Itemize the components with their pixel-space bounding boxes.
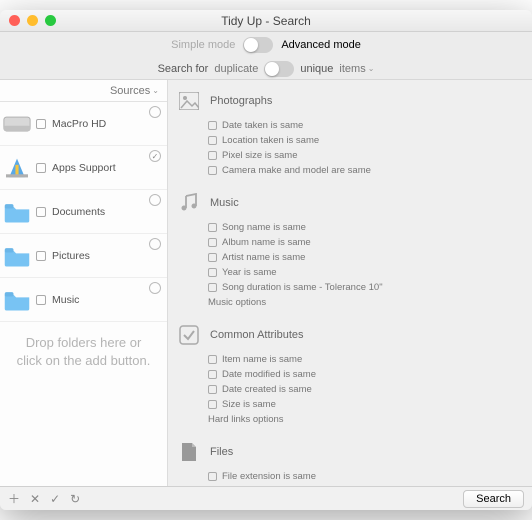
searchbar-prefix: Search for xyxy=(158,63,209,75)
option-checkbox[interactable] xyxy=(208,253,217,262)
section-common: Common Attributes Item name is same Date… xyxy=(168,314,532,431)
source-item-music[interactable]: Music xyxy=(0,278,167,322)
option-row[interactable]: Size is same xyxy=(178,397,522,412)
source-radio[interactable] xyxy=(149,194,161,206)
folder-icon xyxy=(2,241,32,271)
sidebar: Sources⌄ MacPro HD Apps Support xyxy=(0,80,168,486)
section-title: Files xyxy=(210,446,233,458)
sidebar-header[interactable]: Sources⌄ xyxy=(0,80,167,102)
source-item-apps[interactable]: Apps Support ✓ xyxy=(0,146,167,190)
source-checkbox[interactable] xyxy=(36,163,46,173)
mode-toolbar: Simple mode Advanced mode xyxy=(0,32,532,58)
source-checkbox[interactable] xyxy=(36,251,46,261)
section-title: Photographs xyxy=(210,95,272,107)
option-row[interactable]: Camera make and model are same xyxy=(178,163,522,178)
music-options-link[interactable]: Music options xyxy=(178,295,522,310)
option-checkbox[interactable] xyxy=(208,136,217,145)
advanced-mode-label[interactable]: Advanced mode xyxy=(281,39,361,51)
option-checkbox[interactable] xyxy=(208,472,217,481)
refresh-button[interactable]: ↻ xyxy=(70,492,80,506)
option-checkbox[interactable] xyxy=(208,121,217,130)
source-checkbox[interactable] xyxy=(36,119,46,129)
option-checkbox[interactable] xyxy=(208,283,217,292)
source-radio[interactable] xyxy=(149,106,161,118)
source-checkbox[interactable] xyxy=(36,295,46,305)
section-title: Music xyxy=(210,197,239,209)
option-row[interactable]: Song name is same xyxy=(178,220,522,235)
source-label: Music xyxy=(52,294,79,306)
search-criteria-bar: Search for duplicate unique items⌄ xyxy=(0,58,532,80)
source-item-pictures[interactable]: Pictures xyxy=(0,234,167,278)
option-row[interactable]: Date created is same xyxy=(178,382,522,397)
option-checkbox[interactable] xyxy=(208,151,217,160)
option-checkbox[interactable] xyxy=(208,370,217,379)
option-row[interactable]: Date modified is same xyxy=(178,367,522,382)
folder-icon xyxy=(2,285,32,315)
option-checkbox[interactable] xyxy=(208,268,217,277)
duplicate-unique-switch[interactable] xyxy=(264,61,294,77)
option-row[interactable]: Item name is same xyxy=(178,352,522,367)
source-list: MacPro HD Apps Support ✓ Docu xyxy=(0,102,167,322)
titlebar: Tidy Up - Search xyxy=(0,10,532,32)
section-files: Files File extension is same File OSType… xyxy=(168,431,532,486)
source-label: Apps Support xyxy=(52,162,116,174)
file-icon xyxy=(178,441,200,463)
source-radio[interactable]: ✓ xyxy=(149,150,161,162)
option-checkbox[interactable] xyxy=(208,238,217,247)
section-photographs: Photographs Date taken is same Location … xyxy=(168,80,532,182)
simple-mode-label[interactable]: Simple mode xyxy=(171,39,235,51)
remove-button[interactable]: ✕ xyxy=(30,492,40,506)
option-checkbox[interactable] xyxy=(208,166,217,175)
option-row[interactable]: Location taken is same xyxy=(178,133,522,148)
check-icon xyxy=(178,324,200,346)
source-radio[interactable] xyxy=(149,238,161,250)
option-row[interactable]: Song duration is same - Tolerance 10" xyxy=(178,280,522,295)
option-row[interactable]: Date taken is same xyxy=(178,118,522,133)
source-checkbox[interactable] xyxy=(36,207,46,217)
option-row[interactable]: Pixel size is same xyxy=(178,148,522,163)
option-row[interactable]: Artist name is same xyxy=(178,250,522,265)
option-row[interactable]: File extension is same xyxy=(178,469,522,484)
source-item-documents[interactable]: Documents xyxy=(0,190,167,234)
option-checkbox[interactable] xyxy=(208,355,217,364)
add-button[interactable]: ＋ xyxy=(8,490,20,507)
app-window: Tidy Up - Search Simple mode Advanced mo… xyxy=(0,10,532,510)
option-row[interactable]: Album name is same xyxy=(178,235,522,250)
section-title: Common Attributes xyxy=(210,329,304,341)
mode-switch[interactable] xyxy=(243,37,273,53)
drop-zone[interactable]: Drop folders here or click on the add bu… xyxy=(0,322,167,381)
source-label: MacPro HD xyxy=(52,118,106,130)
option-checkbox[interactable] xyxy=(208,385,217,394)
source-label: Documents xyxy=(52,206,105,218)
apps-icon xyxy=(2,153,32,183)
search-button[interactable]: Search xyxy=(463,490,524,508)
source-radio[interactable] xyxy=(149,282,161,294)
bottom-toolbar: ＋ ✕ ✓ ↻ Search xyxy=(0,486,532,510)
music-icon xyxy=(178,192,200,214)
source-label: Pictures xyxy=(52,250,90,262)
section-music: Music Song name is same Album name is sa… xyxy=(168,182,532,314)
option-checkbox[interactable] xyxy=(208,400,217,409)
unique-label: unique xyxy=(300,63,333,75)
folder-icon xyxy=(2,197,32,227)
source-item-macpro[interactable]: MacPro HD xyxy=(0,102,167,146)
option-row[interactable]: Year is same xyxy=(178,265,522,280)
window-title: Tidy Up - Search xyxy=(0,14,532,28)
duplicate-dropdown[interactable]: duplicate xyxy=(214,63,258,75)
hdd-icon xyxy=(2,109,32,139)
main-panel: Photographs Date taken is same Location … xyxy=(168,80,532,486)
content-area: Sources⌄ MacPro HD Apps Support xyxy=(0,80,532,486)
photo-icon xyxy=(178,90,200,112)
items-dropdown[interactable]: items⌄ xyxy=(339,63,374,75)
hardlinks-options-link[interactable]: Hard links options xyxy=(178,412,522,427)
confirm-button[interactable]: ✓ xyxy=(50,492,60,506)
option-checkbox[interactable] xyxy=(208,223,217,232)
